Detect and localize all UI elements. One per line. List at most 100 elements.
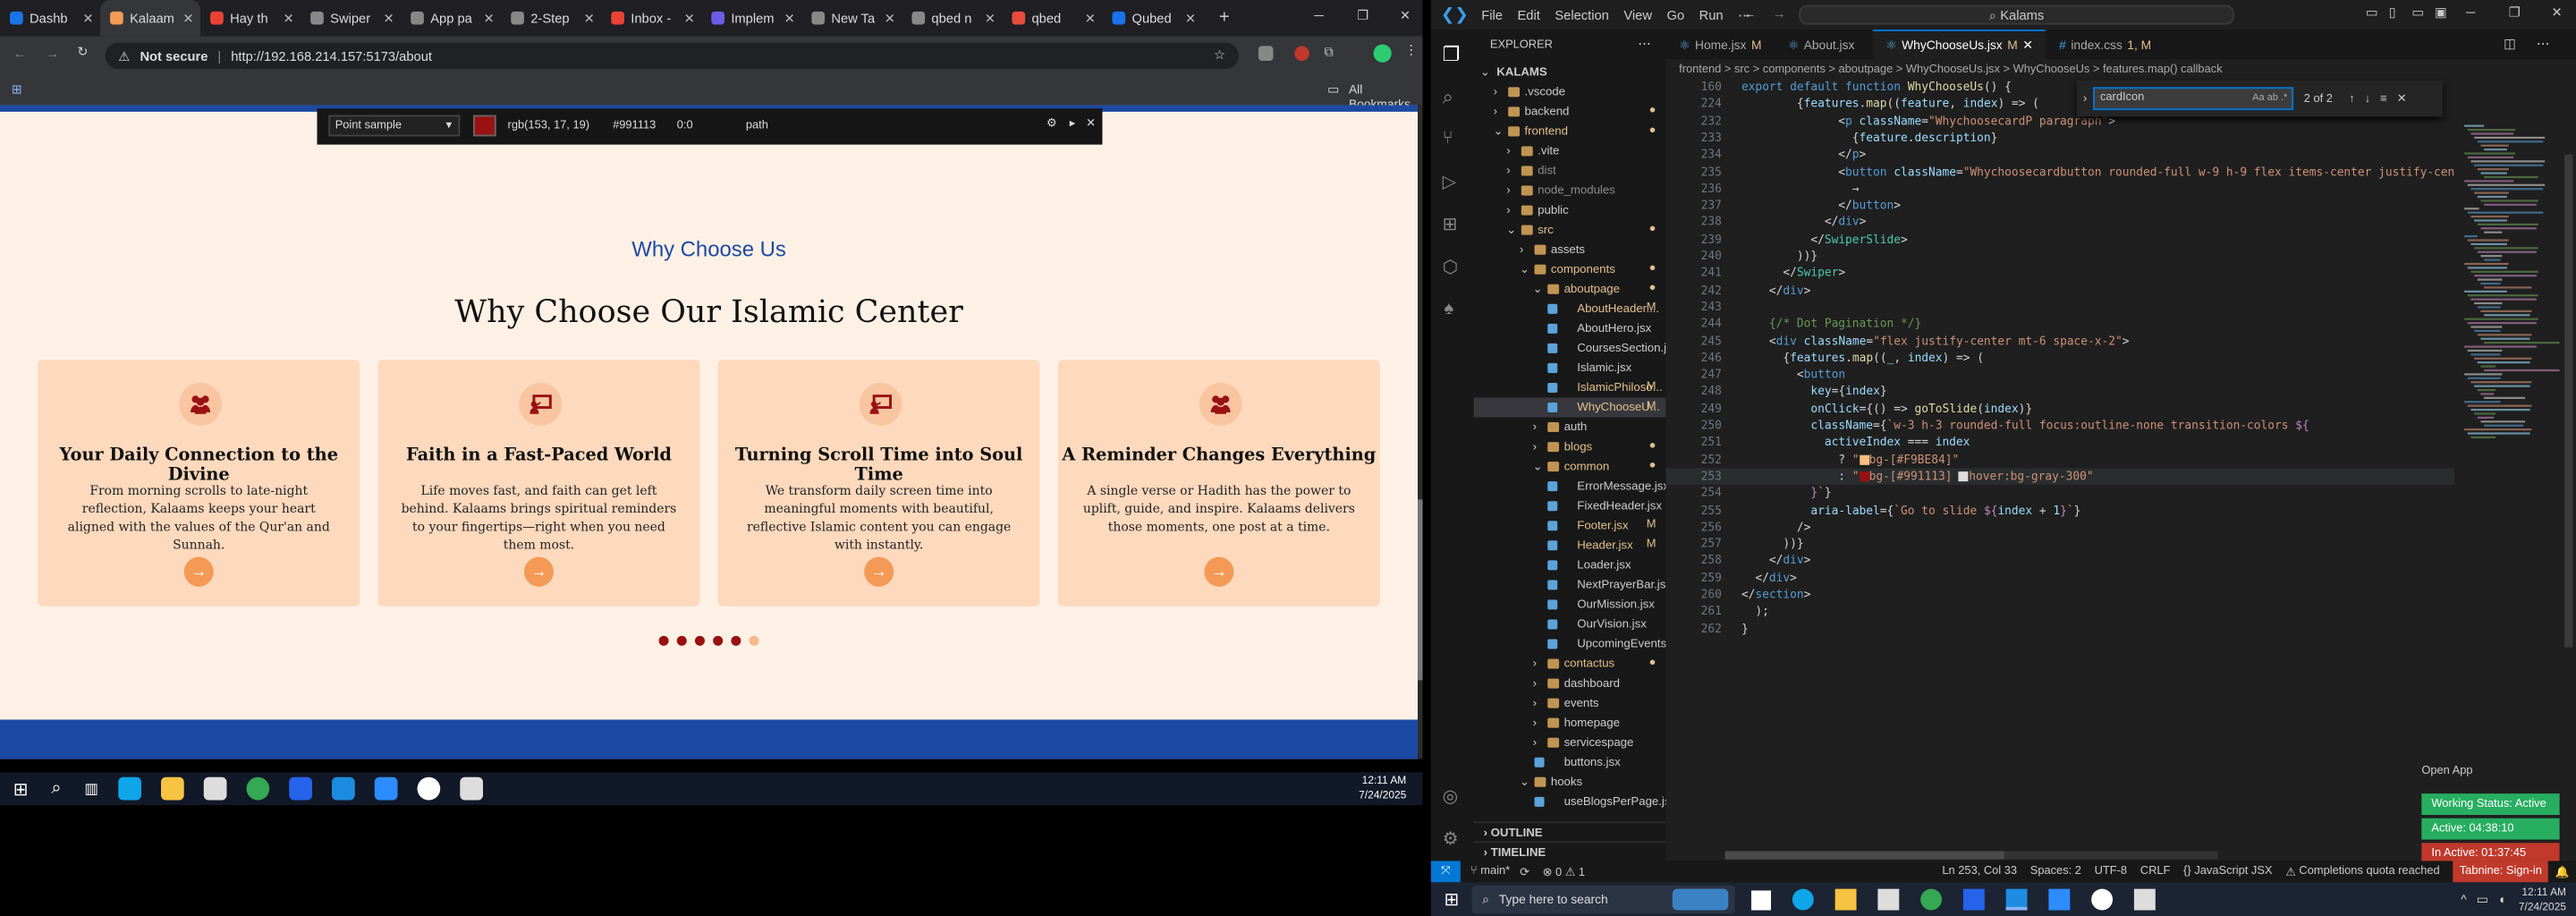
tree-file[interactable]: AboutHeader.... M	[1474, 299, 1666, 318]
breadcrumb[interactable]: frontend > src > components > aboutpage …	[1665, 61, 2576, 81]
minimap[interactable]	[2461, 122, 2560, 615]
open-app-link[interactable]: Open App	[2421, 766, 2472, 777]
menu-item[interactable]: View	[1623, 7, 1652, 22]
more-actions-icon[interactable]: ⋯	[2537, 36, 2550, 51]
play-icon[interactable]: ▸	[1070, 116, 1075, 130]
tree-folder[interactable]: › blogs ●	[1474, 437, 1666, 457]
browser-tab[interactable]: Swiper ✕	[301, 0, 401, 36]
cursor-position[interactable]: Ln 253, Col 33	[1942, 866, 2017, 878]
task-view-icon[interactable]: ▥	[84, 780, 98, 798]
branch-name[interactable]: main*	[1480, 866, 1510, 878]
tree-folder[interactable]: › .vite	[1474, 141, 1666, 161]
tree-file[interactable]: OurVision.jsx	[1474, 615, 1666, 634]
app-icon[interactable]	[417, 776, 441, 801]
horizontal-scrollbar[interactable]	[1724, 851, 2218, 860]
task-view-icon[interactable]	[1751, 889, 1772, 910]
close-tab-icon[interactable]: ✕	[1185, 11, 1196, 26]
network-icon[interactable]: ▭	[2477, 892, 2488, 907]
edge-icon[interactable]	[118, 776, 141, 801]
tree-file[interactable]: OurMission.jsx	[1474, 595, 1666, 615]
close-tab-icon[interactable]: ✕	[82, 11, 93, 26]
more-actions-icon[interactable]: ⋯	[1638, 36, 1651, 51]
store-icon[interactable]	[203, 776, 227, 801]
apps-grid-icon[interactable]: ⊞	[12, 82, 22, 98]
tree-folder[interactable]: › .vscode	[1474, 82, 1666, 102]
browser-tab[interactable]: Dashb ✕	[0, 0, 100, 36]
pagination-dot[interactable]	[713, 635, 724, 646]
outline-section[interactable]: › OUTLINE	[1473, 821, 1666, 841]
tree-folder[interactable]: › node_modules	[1474, 181, 1666, 200]
tree-folder[interactable]: › backend ●	[1474, 102, 1666, 122]
time-tracker-badge[interactable]: Working Status: Active	[2421, 793, 2560, 816]
store-icon[interactable]	[1877, 888, 1900, 911]
close-tab-icon[interactable]: ✕	[283, 11, 293, 26]
menu-item[interactable]: Edit	[1518, 7, 1540, 22]
editor-tab[interactable]: ⚛ About.jsx	[1775, 30, 1872, 59]
tree-folder[interactable]: ⌄ components ●	[1474, 259, 1666, 279]
close-icon[interactable]: ✕	[2397, 92, 2407, 106]
forward-icon[interactable]: →	[46, 46, 59, 61]
bell-icon[interactable]: 🔔	[2555, 865, 2570, 878]
star-icon[interactable]: ☆	[1214, 47, 1225, 63]
tree-folder[interactable]: ⌄ frontend ●	[1474, 122, 1666, 141]
sample-mode-select[interactable]: Point sample ▾	[328, 114, 461, 137]
encoding[interactable]: UTF-8	[2095, 866, 2127, 878]
close-icon[interactable]: ✕	[2551, 5, 2562, 21]
close-tab-icon[interactable]: ✕	[182, 11, 193, 26]
browser-tab[interactable]: qbed n ✕	[902, 0, 1002, 36]
layout-icon[interactable]: ▭	[2366, 5, 2378, 21]
puzzle-icon[interactable]: ⧉	[1324, 45, 1334, 61]
app-icon[interactable]	[2091, 888, 2114, 911]
tree-folder[interactable]: › dist	[1474, 161, 1666, 181]
layout-icon[interactable]: ▯	[2389, 5, 2396, 21]
address-bar[interactable]: ⚠ Not secure | http://192.168.214.157:51…	[105, 42, 1239, 70]
command-center[interactable]: ⌕ Kalams	[1799, 4, 2234, 25]
app-icon[interactable]	[1963, 888, 1986, 911]
copilot-quota[interactable]: Completions quota reached	[2299, 866, 2439, 878]
pagination-dot[interactable]	[658, 635, 669, 646]
tree-folder[interactable]: › events	[1474, 693, 1666, 713]
browser-tab[interactable]: Inbox - ✕	[601, 0, 701, 36]
close-tab-icon[interactable]: ✕	[784, 11, 795, 26]
app-icon[interactable]	[460, 776, 483, 801]
chrome-icon[interactable]	[246, 776, 270, 801]
forward-icon[interactable]: →	[1773, 6, 1786, 21]
gear-icon[interactable]: ⚙	[1046, 116, 1057, 130]
close-tab-icon[interactable]: ✕	[985, 11, 996, 26]
browser-tab[interactable]: Hay th ✕	[200, 0, 301, 36]
chevron-right-icon[interactable]: ›	[2083, 93, 2087, 105]
tree-file[interactable]: Islamic.jsx	[1474, 358, 1666, 377]
remote-icon[interactable]: ⬡	[1443, 257, 1459, 277]
chrome-icon[interactable]	[1920, 888, 1943, 911]
back-icon[interactable]: ←	[13, 46, 27, 61]
zoom-icon[interactable]	[374, 776, 398, 801]
tree-file[interactable]: ErrorMessage.jsx	[1474, 477, 1665, 496]
browser-tab[interactable]: qbed ✕	[1002, 0, 1102, 36]
language-mode[interactable]: JavaScript JSX	[2194, 866, 2272, 878]
card-arrow-button[interactable]: →	[1204, 556, 1234, 587]
app-icon[interactable]	[289, 776, 312, 801]
tree-file[interactable]: FixedHeader.jsx	[1474, 496, 1666, 516]
vscode-icon[interactable]	[2006, 888, 2028, 911]
browser-tab[interactable]: App pa ✕	[401, 0, 501, 36]
pagination-dot[interactable]	[731, 635, 741, 646]
editor-tab[interactable]: ⚛ Home.jsx M	[1665, 30, 1775, 59]
vscode-icon[interactable]	[331, 776, 355, 801]
tree-file[interactable]: WhyChooseU... M	[1473, 397, 1666, 418]
pagination-dot[interactable]	[676, 635, 687, 646]
extension-icon[interactable]	[1294, 46, 1309, 61]
tree-folder[interactable]: › dashboard	[1474, 674, 1666, 693]
reload-icon[interactable]: ↻	[77, 45, 88, 60]
tree-file[interactable]: AboutHero.jsx	[1474, 318, 1666, 338]
editor-tab[interactable]: # index.css 1, M	[2046, 30, 2164, 59]
taskbar-search[interactable]: ⌕ Type here to search	[1472, 886, 1735, 914]
close-icon[interactable]: ✕	[1400, 8, 1411, 23]
restore-icon[interactable]: ❐	[2509, 5, 2521, 21]
split-editor-icon[interactable]: ◫	[2504, 36, 2516, 51]
tree-file[interactable]: CoursesSection.jsx	[1474, 338, 1665, 358]
remote-icon[interactable]: ⤧	[1430, 861, 1461, 883]
restore-icon[interactable]: ❐	[1357, 8, 1368, 23]
editor-tab[interactable]: ⚛ WhyChooseUs.jsx M ✕	[1872, 30, 2046, 60]
close-tab-icon[interactable]: ✕	[484, 11, 495, 26]
browser-tab[interactable]: 2-Step ✕	[501, 0, 601, 36]
